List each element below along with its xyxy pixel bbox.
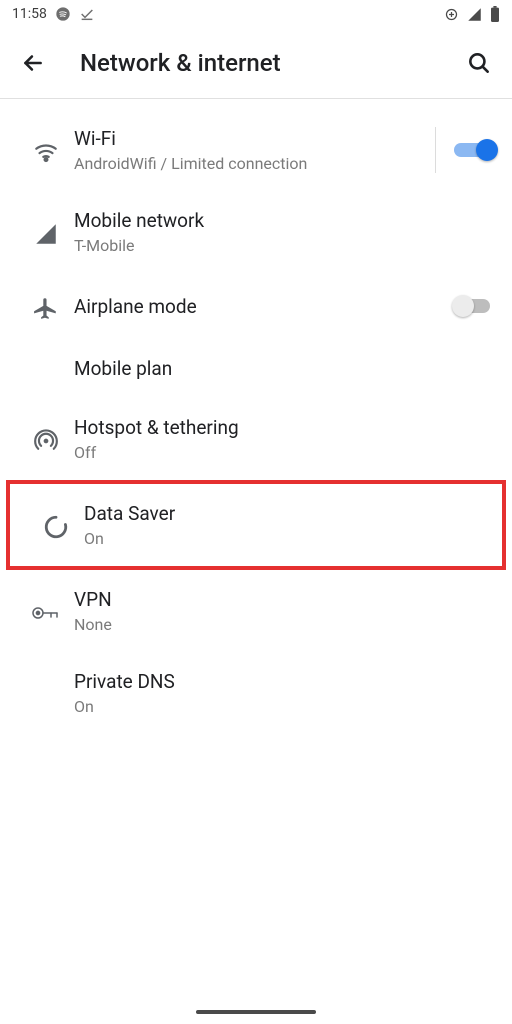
wifi-icon: [18, 135, 74, 165]
battery-icon: [490, 6, 500, 22]
data-saver-status-icon: [444, 7, 459, 22]
search-button[interactable]: [464, 48, 494, 78]
row-subtitle: On: [74, 697, 494, 716]
signal-icon: [467, 7, 482, 22]
row-subtitle: T-Mobile: [74, 236, 494, 255]
status-time: 11:58: [12, 6, 47, 22]
settings-list: Wi-Fi AndroidWifi / Limited connection M…: [0, 99, 512, 734]
row-airplane-mode[interactable]: Airplane mode: [0, 273, 512, 339]
airplane-icon: [18, 291, 74, 321]
page-title: Network & internet: [80, 49, 464, 77]
airplane-toggle[interactable]: [454, 294, 494, 318]
hotspot-icon: [18, 424, 74, 454]
highlight-box: Data Saver On: [6, 480, 506, 570]
data-saver-icon: [28, 510, 84, 540]
row-mobile-plan[interactable]: Mobile plan: [0, 339, 512, 398]
wifi-toggle[interactable]: [454, 138, 494, 162]
row-title: Data Saver: [84, 502, 484, 525]
row-subtitle: Off: [74, 443, 494, 462]
signal-icon: [18, 217, 74, 247]
row-mobile-network[interactable]: Mobile network T-Mobile: [0, 191, 512, 273]
gesture-nav-handle[interactable]: [196, 1010, 316, 1014]
blank-icon: [18, 367, 74, 371]
row-vpn[interactable]: VPN None: [0, 570, 512, 652]
vpn-key-icon: [18, 601, 74, 621]
status-bar: 11:58: [0, 0, 512, 28]
row-subtitle: AndroidWifi / Limited connection: [74, 154, 417, 173]
divider: [435, 127, 436, 173]
blank-icon: [18, 691, 74, 695]
row-title: VPN: [74, 588, 494, 611]
row-subtitle: On: [84, 529, 484, 548]
row-title: Mobile network: [74, 209, 494, 232]
app-header: Network & internet: [0, 28, 512, 98]
back-button[interactable]: [18, 48, 48, 78]
row-wifi[interactable]: Wi-Fi AndroidWifi / Limited connection: [0, 109, 512, 191]
row-title: Airplane mode: [74, 295, 454, 318]
row-title: Hotspot & tethering: [74, 416, 494, 439]
check-icon: [79, 6, 95, 22]
row-private-dns[interactable]: Private DNS On: [0, 652, 512, 734]
row-hotspot[interactable]: Hotspot & tethering Off: [0, 398, 512, 480]
row-title: Private DNS: [74, 670, 494, 693]
row-data-saver[interactable]: Data Saver On: [10, 484, 502, 566]
row-title: Mobile plan: [74, 357, 494, 380]
row-title: Wi-Fi: [74, 127, 417, 150]
row-subtitle: None: [74, 615, 494, 634]
spotify-icon: [55, 6, 71, 22]
